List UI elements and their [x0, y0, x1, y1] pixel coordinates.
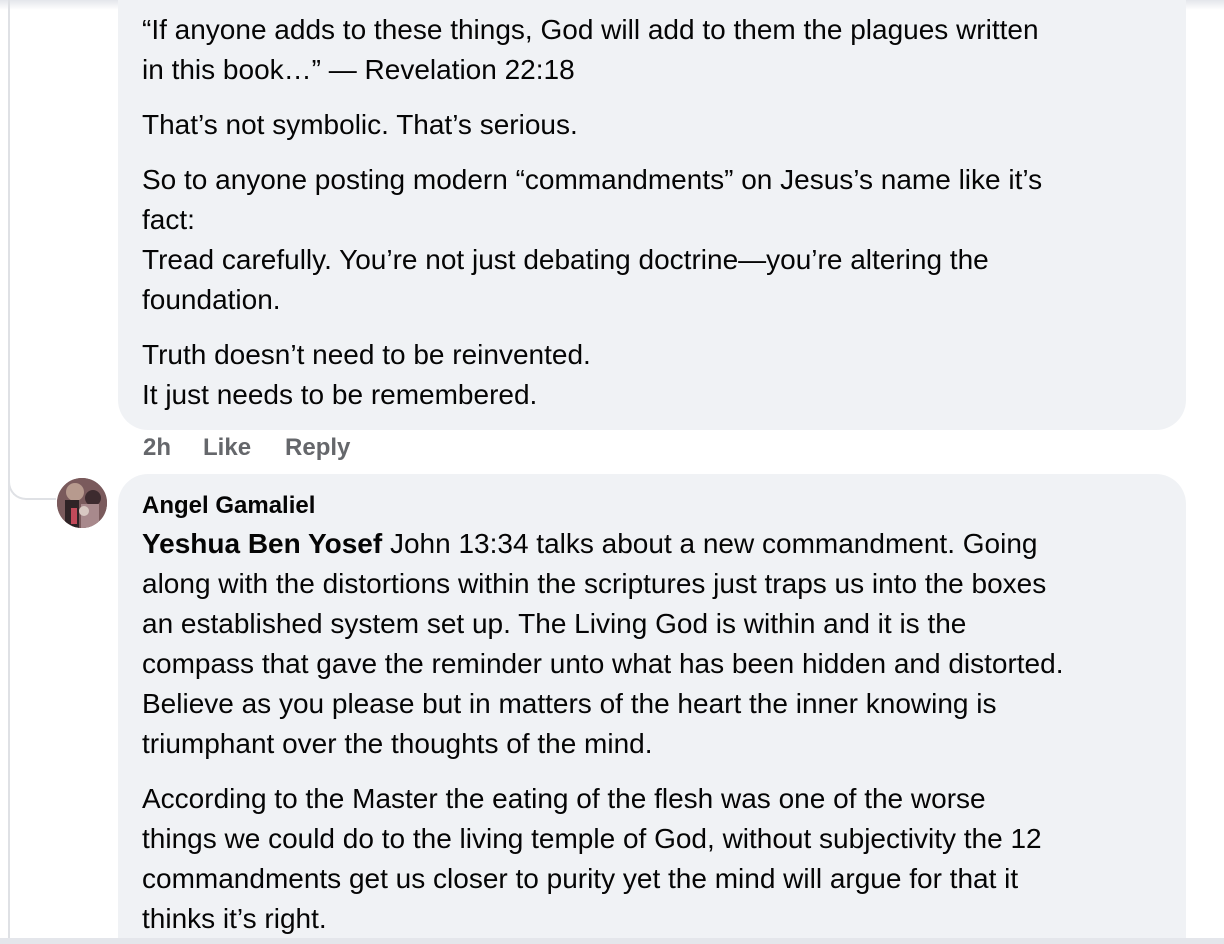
- bottom-divider: [0, 938, 1224, 944]
- comment-actions: 2h Like Reply: [143, 432, 384, 464]
- comment-paragraph: According to the Master the eating of th…: [142, 783, 1042, 934]
- reply-button[interactable]: Reply: [285, 434, 350, 462]
- comment-paragraph: So to anyone posting modern “commandment…: [142, 164, 1043, 315]
- comment-timestamp[interactable]: 2h: [143, 434, 171, 462]
- comment-text: John 13:34 talks about a new commandment…: [142, 528, 1064, 759]
- comment-bubble: Angel Gamaliel Yeshua Ben Yosef John 13:…: [118, 474, 1186, 944]
- comment-paragraph: “If anyone adds to these things, God wil…: [142, 14, 1039, 85]
- comment-author[interactable]: Angel Gamaliel: [142, 490, 1162, 522]
- mention-link[interactable]: Yeshua Ben Yosef: [142, 528, 382, 559]
- avatar[interactable]: [57, 478, 107, 528]
- thread-connector-curve: [8, 468, 56, 500]
- comment-bubble: “If anyone adds to these things, God wil…: [118, 0, 1186, 430]
- profile-photo-icon: [57, 478, 107, 528]
- comment-paragraph: That’s not symbolic. That’s serious.: [142, 109, 578, 140]
- comment-paragraph: Yeshua Ben Yosef John 13:34 talks about …: [142, 524, 1162, 764]
- comment-paragraph: Truth doesn’t need to be reinvented. It …: [142, 339, 591, 410]
- comment-thread: “If anyone adds to these things, God wil…: [0, 0, 1224, 944]
- like-button[interactable]: Like: [203, 434, 251, 462]
